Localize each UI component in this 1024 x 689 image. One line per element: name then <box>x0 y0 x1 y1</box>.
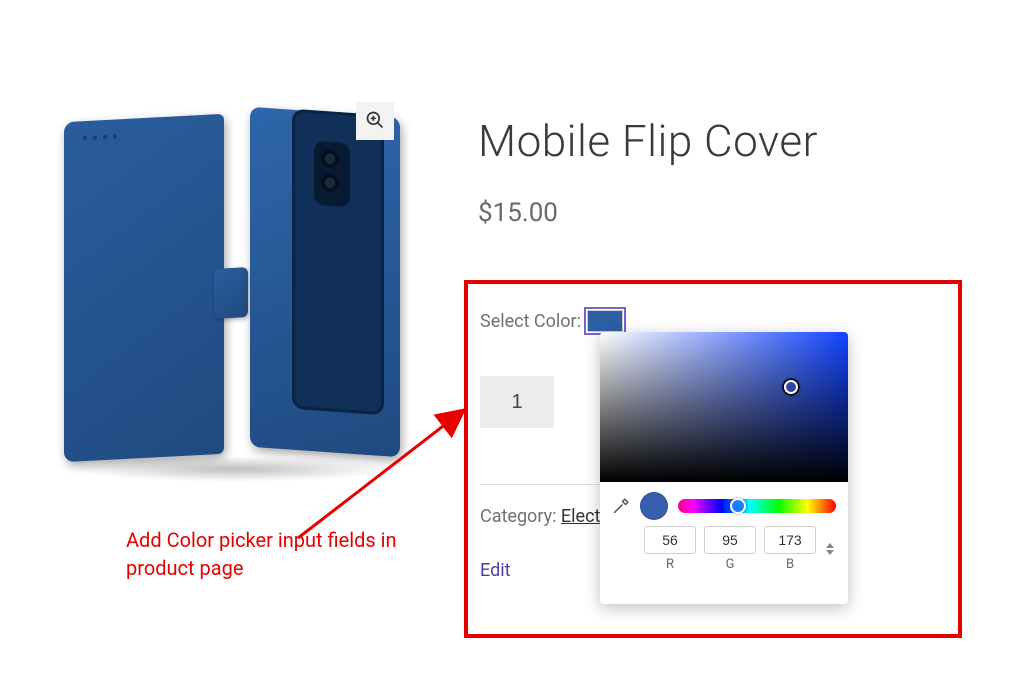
current-color-preview <box>640 492 668 520</box>
rgb-r-input[interactable] <box>644 526 696 554</box>
category-link[interactable]: Elect <box>561 506 600 527</box>
hue-slider[interactable] <box>678 499 836 513</box>
edit-link[interactable]: Edit <box>480 560 510 581</box>
eyedropper-icon <box>612 500 630 519</box>
divider <box>480 484 600 485</box>
product-title: Mobile Flip Cover <box>478 115 818 167</box>
rgb-g-label: G <box>726 557 735 572</box>
select-color-label: Select Color: <box>480 311 581 332</box>
annotation-text: Add Color picker input fields in product… <box>126 526 406 582</box>
sv-cursor[interactable] <box>784 380 798 394</box>
saturation-value-area[interactable] <box>600 332 848 482</box>
product-image <box>44 88 408 478</box>
color-swatch-input[interactable] <box>587 310 623 332</box>
category-label: Category: <box>480 506 561 527</box>
eyedropper-button[interactable] <box>612 497 630 515</box>
color-mode-toggle[interactable] <box>824 535 836 563</box>
rgb-b-input[interactable] <box>764 526 816 554</box>
magnifier-plus-icon <box>365 110 385 133</box>
hue-thumb[interactable] <box>730 498 746 514</box>
product-price: $15.00 <box>478 198 558 228</box>
rgb-g-input[interactable] <box>704 526 756 554</box>
product-illustration <box>64 118 394 478</box>
rgb-r-label: R <box>666 557 674 572</box>
zoom-button[interactable] <box>356 102 394 140</box>
color-picker-popup: R G B <box>600 332 848 604</box>
rgb-b-label: B <box>786 557 794 572</box>
quantity-input[interactable] <box>480 376 554 428</box>
category-line: Category: Elect <box>480 506 600 527</box>
